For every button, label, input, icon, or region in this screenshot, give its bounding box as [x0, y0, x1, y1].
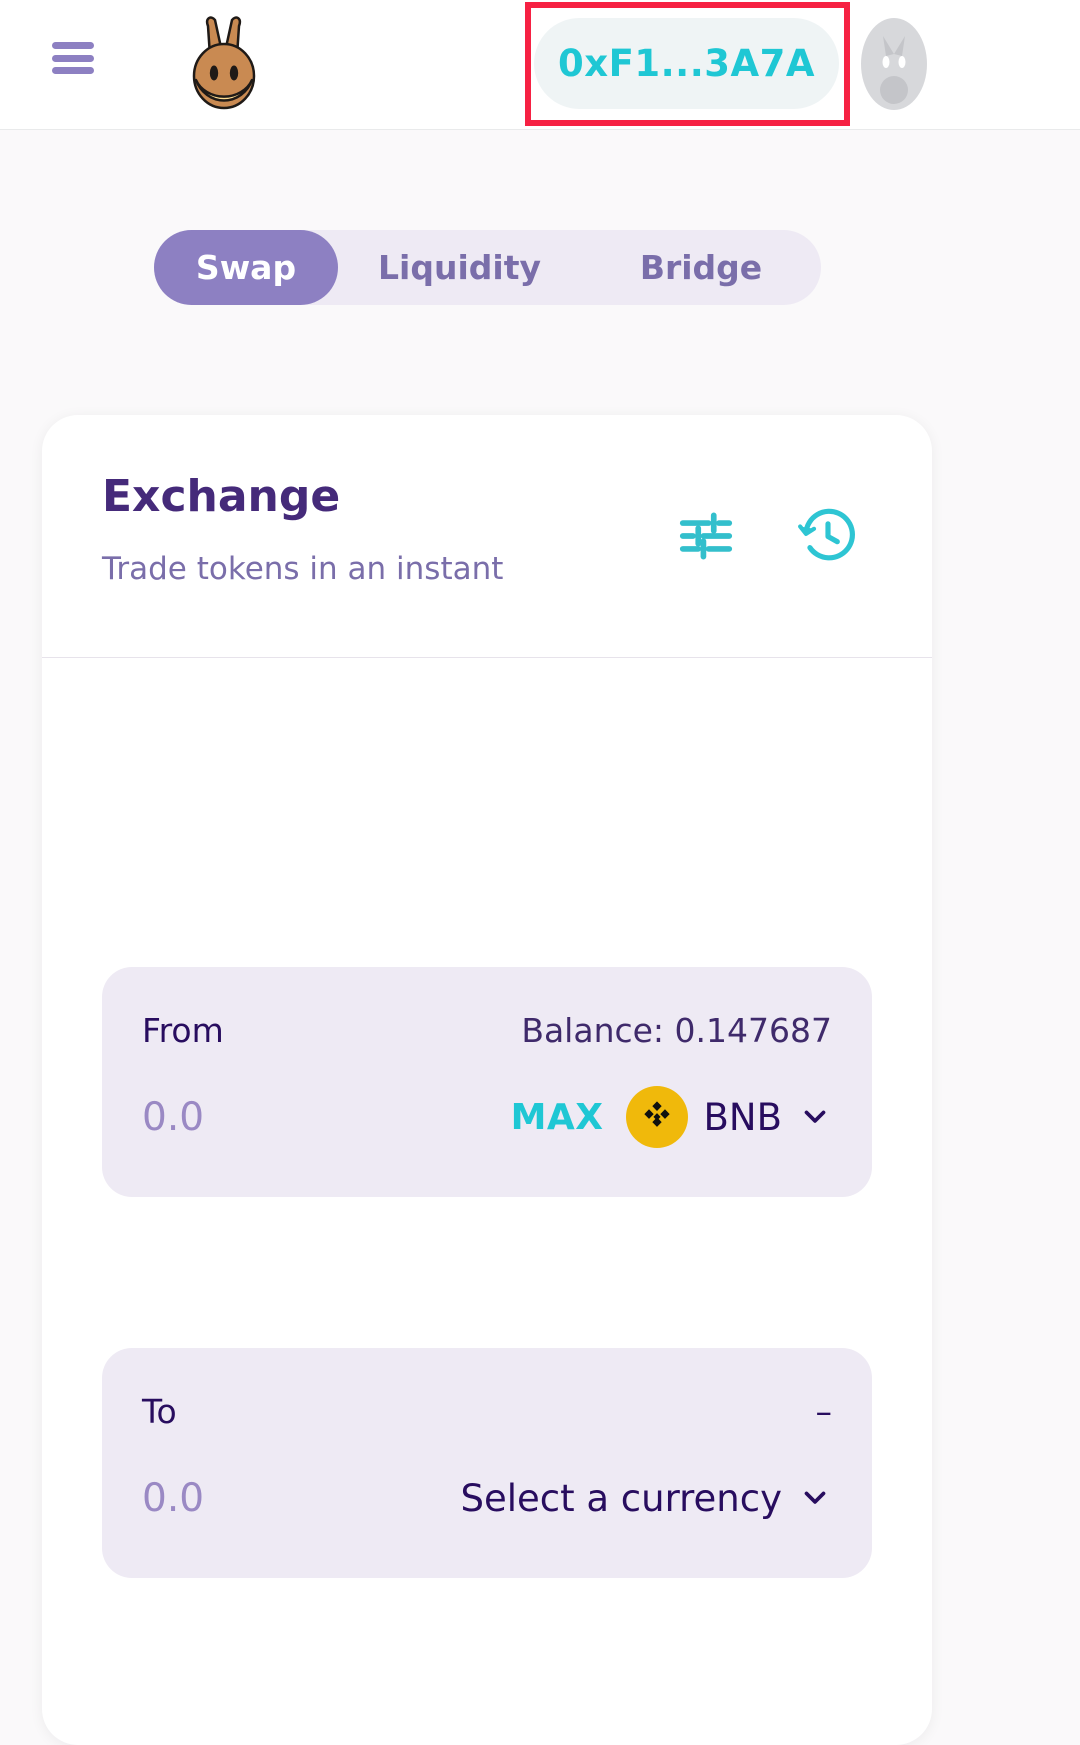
to-currency-select[interactable]: Select a currency	[460, 1477, 832, 1520]
tab-bridge[interactable]: Bridge	[581, 230, 821, 305]
exchange-card-header: Exchange Trade tokens in an instant	[42, 415, 932, 658]
pancakeswap-rabbit-logo[interactable]	[184, 14, 266, 114]
hamburger-line	[52, 55, 94, 62]
to-panel-bottom-row: Select a currency	[142, 1463, 832, 1533]
chevron-down-icon	[798, 1099, 832, 1136]
binance-coin-icon	[626, 1086, 688, 1148]
tab-swap[interactable]: Swap	[154, 230, 338, 305]
clock-history-icon[interactable]	[789, 497, 867, 575]
top-navigation-bar: 0xF1...3A7A	[0, 0, 1080, 130]
from-label: From	[142, 1011, 224, 1050]
to-balance-label: –	[816, 1392, 833, 1431]
from-token-panel: From Balance: 0.147687 MAX BNB	[102, 967, 872, 1197]
to-currency-label: Select a currency	[460, 1477, 782, 1520]
tab-liquidity[interactable]: Liquidity	[338, 230, 581, 305]
to-token-panel: To – Select a currency	[102, 1348, 872, 1578]
wallet-address-label: 0xF1...3A7A	[558, 42, 815, 85]
to-right-controls: Select a currency	[460, 1477, 832, 1520]
from-balance-label: Balance: 0.147687	[521, 1011, 832, 1050]
wallet-address-button[interactable]: 0xF1...3A7A	[534, 18, 839, 109]
hamburger-line	[52, 42, 94, 49]
user-avatar-rabbit-icon[interactable]	[855, 18, 933, 110]
swap-liquidity-bridge-tabs: Swap Liquidity Bridge	[154, 230, 821, 305]
hamburger-line	[52, 67, 94, 74]
chevron-down-icon	[798, 1480, 832, 1517]
page-subtitle: Trade tokens in an instant	[102, 551, 503, 587]
to-amount-input[interactable]	[142, 1476, 442, 1521]
to-panel-top-row: To –	[142, 1388, 832, 1434]
hamburger-menu-icon[interactable]	[52, 42, 94, 74]
from-currency-label: BNB	[704, 1096, 782, 1139]
exchange-card: Exchange Trade tokens in an instant	[42, 415, 932, 1745]
sliders-settings-icon[interactable]	[667, 497, 745, 575]
page-title: Exchange	[102, 471, 340, 522]
from-right-controls: MAX BNB	[511, 1086, 832, 1148]
to-label: To	[142, 1392, 177, 1431]
max-button[interactable]: MAX	[511, 1097, 604, 1138]
from-panel-top-row: From Balance: 0.147687	[142, 1007, 832, 1053]
from-currency-select[interactable]: BNB	[626, 1086, 832, 1148]
from-panel-bottom-row: MAX BNB	[142, 1082, 832, 1152]
from-amount-input[interactable]	[142, 1095, 442, 1140]
